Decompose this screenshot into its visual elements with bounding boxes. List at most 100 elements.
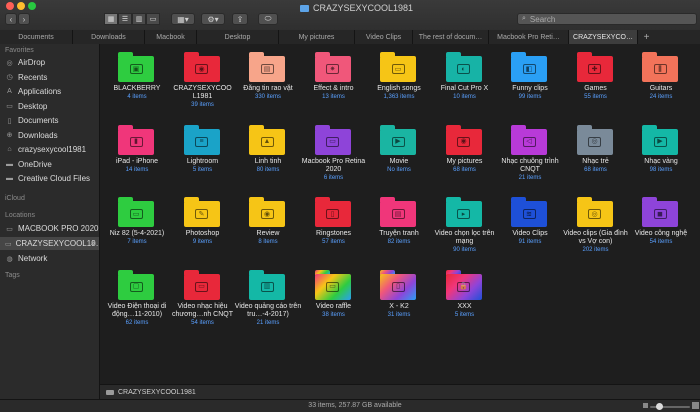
folder-icon: ▶: [642, 124, 678, 155]
new-tab-button[interactable]: +: [638, 30, 655, 44]
folder-name: Nhạc chuông trình CNQT: [501, 157, 559, 173]
tab[interactable]: Macbook Pro Reti…: [489, 30, 569, 44]
sidebar-item[interactable]: ⌂ crazysexycool1981: [0, 143, 99, 156]
folder-item[interactable]: ✎ Photoshop 9 items: [169, 189, 237, 251]
folder-item-count: 21 items: [518, 174, 542, 181]
tab[interactable]: Video Clips: [355, 30, 413, 44]
folder-item[interactable]: ▣ BLACKBERRY 4 items: [103, 44, 171, 106]
folder-item[interactable]: 🔒 XXX 5 items: [431, 262, 499, 324]
folder-item[interactable]: ✷ Effect & intro 13 items: [300, 44, 368, 106]
zoom-window-button[interactable]: [28, 2, 36, 10]
sidebar-item[interactable]: ▭ Desktop: [0, 100, 99, 113]
folder-icon: ▮: [118, 124, 154, 155]
sidebar-item[interactable]: ⊕ Downloads: [0, 129, 99, 142]
music-icon: ▭: [391, 64, 405, 74]
folder-item[interactable]: ▮ iPad - iPhone 14 items: [103, 117, 171, 179]
sidebar-item[interactable]: A Applications: [0, 85, 99, 98]
tags-header: Tags: [5, 272, 20, 279]
tab[interactable]: Downloads: [73, 30, 145, 44]
user-icon: ◉: [195, 64, 208, 74]
folder-item[interactable]: ▭ Macbook Pro Retina 2020 6 items: [300, 117, 368, 181]
tab[interactable]: The rest of docum…: [413, 30, 489, 44]
folder-item-count: 13 items: [322, 94, 345, 100]
folder-item[interactable]: ▭ English songs 1,363 items: [365, 44, 433, 106]
tags-button[interactable]: ⬭: [258, 13, 278, 25]
search-field[interactable]: ⌕: [517, 13, 697, 25]
folder-item[interactable]: ◎ Nhạc trẻ 68 items: [562, 117, 630, 179]
sidebar-item[interactable]: ▬ Creative Cloud Files: [0, 172, 99, 185]
sidebar-location[interactable]: ▭ MACBOOK PRO 2020: [0, 222, 99, 235]
tab[interactable]: Documents: [0, 30, 73, 44]
folder-item[interactable]: ◎ Video clips (Gia đình vs Vợ con) 202 ite…: [562, 189, 630, 253]
forward-button[interactable]: ›: [18, 13, 30, 25]
path-bar-item[interactable]: CRAZYSEXYCOOL1981: [118, 389, 196, 396]
sidebar-location[interactable]: ◍ Network: [0, 252, 99, 265]
clock-icon: ◷: [6, 74, 13, 81]
sidebar-item[interactable]: ◎ AirDrop: [0, 56, 99, 69]
icon-size-slider[interactable]: [650, 403, 690, 410]
icon-view-button[interactable]: ▦: [104, 13, 118, 25]
back-button[interactable]: ‹: [5, 13, 17, 25]
tab[interactable]: My pictures: [279, 30, 355, 44]
folder-item[interactable]: ◉ My pictures 68 items: [431, 117, 499, 179]
tab[interactable]: Desktop: [197, 30, 279, 44]
search-input[interactable]: [529, 14, 680, 24]
sidebar-location[interactable]: ▭ CRAZYSEXYCOOL19… ⏏: [0, 237, 99, 250]
tab[interactable]: Macbook: [145, 30, 197, 44]
folder-item[interactable]: ◁ Nhạc chuông trình CNQT 21 items: [496, 117, 564, 181]
close-window-button[interactable]: [6, 2, 14, 10]
folder-item-count: 14 items: [125, 166, 149, 173]
sidebar-item[interactable]: ◷ Recents: [0, 71, 99, 84]
folder-item[interactable]: ◐ Final Cut Pro X 10 items: [431, 44, 499, 106]
folder-name: My pictures: [446, 157, 483, 165]
folder-item[interactable]: ▤ Truyện tranh 82 items: [365, 189, 433, 251]
action-button[interactable]: ⚙▾: [201, 13, 225, 25]
small-icon-size-icon: [643, 403, 648, 408]
folder-item[interactable]: ▤ Đăng tin rao vặt 330 items: [234, 44, 302, 106]
share-button[interactable]: ⇪: [232, 13, 248, 25]
disk-icon: ▭: [6, 225, 13, 233]
list-view-button[interactable]: ☰: [118, 13, 132, 25]
folder-icon: ◉: [183, 52, 220, 82]
folder-item[interactable]: ▯ X - K2 31 items: [365, 262, 433, 324]
folder-item[interactable]: ▯ Ringstones 57 items: [300, 189, 368, 251]
tab[interactable]: CRAZYSEXYCO…: [569, 30, 638, 44]
folder-item-count: 330 items: [254, 94, 281, 100]
gallery-view-button[interactable]: ▭: [146, 13, 160, 25]
folder-item[interactable]: ≡ Lightroom 5 items: [169, 117, 237, 179]
folder-item[interactable]: ⫼ Guitars 24 items: [627, 44, 695, 106]
folder-item[interactable]: ▢ Video Điện thoại di động…11-2010) 62 ite…: [103, 262, 171, 326]
status-bar: 33 items, 257.87 GB available: [0, 399, 700, 412]
share-icon: ⇪: [236, 14, 244, 24]
folder-item[interactable]: ▶ Movie No items: [365, 117, 433, 179]
sidebar-item[interactable]: ▯ Documents: [0, 114, 99, 127]
folder-name: Linh tinh: [254, 157, 282, 165]
folder-item[interactable]: ▸ Video chọn lọc trên mạng 90 items: [431, 189, 499, 253]
folder-item[interactable]: ▭ Niz 82 (5-4-2021) 7 items: [103, 189, 171, 251]
eject-icon[interactable]: ⏏: [90, 240, 96, 247]
folder-item[interactable]: ≋ Video Clips 91 items: [496, 189, 564, 251]
folder-item[interactable]: ◼ Video công nghệ 54 items: [627, 189, 695, 251]
phone-icon: ▯: [391, 281, 405, 292]
column-view-button[interactable]: ▥: [132, 13, 146, 25]
folder-item[interactable]: ◧ Funny clips 99 items: [496, 44, 564, 106]
folder-item[interactable]: ◉ Review 8 items: [234, 189, 302, 251]
folder-item[interactable]: ▥ Video quảng cáo trên tru…-4-2017) 21 ite…: [234, 262, 302, 326]
folder-icon: [300, 4, 309, 12]
folder-item[interactable]: ▭ Video raffle 38 items: [300, 262, 368, 324]
folder-item[interactable]: ◉ CRAZYSEXYCOO L1981 39 items: [169, 44, 237, 108]
folder-item[interactable]: ✚ Games 55 items: [562, 44, 630, 106]
folder-icon: ▭: [380, 52, 416, 82]
desktop-icon: ▭: [6, 103, 13, 110]
folder-icon: ▤: [249, 52, 285, 82]
group-by-button[interactable]: ▦▾: [171, 13, 195, 25]
sidebar-item[interactable]: ▬ OneDrive: [0, 158, 99, 171]
icon-size-slider-knob[interactable]: [656, 403, 663, 410]
folder-item[interactable]: ▲ Linh tinh 80 items: [234, 117, 302, 179]
minimize-window-button[interactable]: [17, 2, 25, 10]
folder-item[interactable]: ▭ Video nhạc hiệu chương…nh CNQT 54 items: [169, 262, 237, 326]
status-text: 33 items, 257.87 GB available: [308, 402, 402, 409]
folder-item[interactable]: ▶ Nhạc vàng 98 items: [627, 117, 695, 179]
folder-icon: ◎: [576, 197, 613, 227]
globe-icon: ◍: [6, 255, 13, 263]
